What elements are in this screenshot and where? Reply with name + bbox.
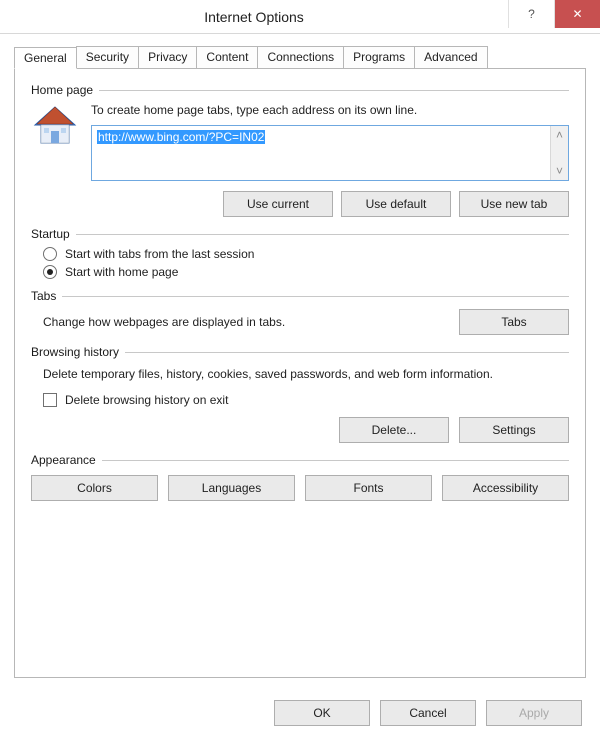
radio-start-home-page[interactable]: Start with home page <box>43 265 569 279</box>
radio-icon <box>43 265 57 279</box>
tab-programs[interactable]: Programs <box>343 46 415 68</box>
divider <box>125 352 569 353</box>
dialog-footer: OK Cancel Apply <box>0 688 600 738</box>
tabs-description: Change how webpages are displayed in tab… <box>43 315 445 329</box>
checkbox-delete-on-exit[interactable]: Delete browsing history on exit <box>43 393 569 407</box>
titlebar: Internet Options ? ✕ <box>0 0 600 34</box>
close-button[interactable]: ✕ <box>554 0 600 28</box>
divider <box>62 296 569 297</box>
colors-button[interactable]: Colors <box>31 475 158 501</box>
section-browsing-history: Browsing history Delete temporary files,… <box>31 345 569 443</box>
tab-advanced[interactable]: Advanced <box>414 46 487 68</box>
home-icon <box>31 105 79 147</box>
homepage-url-input[interactable]: http://www.bing.com/?PC=IN02 ˄ ˅ <box>91 125 569 181</box>
tab-general[interactable]: General <box>14 47 77 69</box>
section-tabs: Tabs Change how webpages are displayed i… <box>31 289 569 335</box>
use-default-button[interactable]: Use default <box>341 191 451 217</box>
delete-button[interactable]: Delete... <box>339 417 449 443</box>
help-icon: ? <box>528 7 535 21</box>
cancel-button[interactable]: Cancel <box>380 700 476 726</box>
tab-security[interactable]: Security <box>76 46 139 68</box>
window-title: Internet Options <box>0 9 508 25</box>
history-description: Delete temporary files, history, cookies… <box>43 365 569 383</box>
use-current-button[interactable]: Use current <box>223 191 333 217</box>
radio-label: Start with home page <box>65 265 178 279</box>
titlebar-buttons: ? ✕ <box>508 0 600 33</box>
section-title-tabs: Tabs <box>31 289 56 303</box>
radio-label: Start with tabs from the last session <box>65 247 254 261</box>
tabs-button[interactable]: Tabs <box>459 309 569 335</box>
checkbox-icon <box>43 393 57 407</box>
dialog-body: General Security Privacy Content Connect… <box>0 34 600 688</box>
section-appearance: Appearance Colors Languages Fonts Access… <box>31 453 569 501</box>
languages-button[interactable]: Languages <box>168 475 295 501</box>
divider <box>76 234 569 235</box>
homepage-url-text: http://www.bing.com/?PC=IN02 <box>97 130 265 144</box>
radio-icon <box>43 247 57 261</box>
checkbox-label: Delete browsing history on exit <box>65 393 228 407</box>
tab-strip: General Security Privacy Content Connect… <box>14 46 586 68</box>
tab-privacy[interactable]: Privacy <box>138 46 197 68</box>
settings-button[interactable]: Settings <box>459 417 569 443</box>
apply-button[interactable]: Apply <box>486 700 582 726</box>
fonts-button[interactable]: Fonts <box>305 475 432 501</box>
divider <box>102 460 569 461</box>
radio-start-last-session[interactable]: Start with tabs from the last session <box>43 247 569 261</box>
section-homepage: Home page To create home page tabs, type… <box>31 83 569 217</box>
ok-button[interactable]: OK <box>274 700 370 726</box>
tab-connections[interactable]: Connections <box>257 46 344 68</box>
divider <box>99 90 569 91</box>
scrollbar[interactable]: ˄ ˅ <box>550 126 568 180</box>
chevron-up-icon: ˄ <box>556 128 563 142</box>
tab-content[interactable]: Content <box>196 46 258 68</box>
section-title-homepage: Home page <box>31 83 93 97</box>
section-title-history: Browsing history <box>31 345 119 359</box>
use-new-tab-button[interactable]: Use new tab <box>459 191 569 217</box>
section-title-startup: Startup <box>31 227 70 241</box>
section-startup: Startup Start with tabs from the last se… <box>31 227 569 279</box>
close-icon: ✕ <box>572 7 582 21</box>
chevron-down-icon: ˅ <box>556 164 563 178</box>
homepage-description: To create home page tabs, type each addr… <box>91 103 569 117</box>
section-title-appearance: Appearance <box>31 453 96 467</box>
tab-panel-general: Home page To create home page tabs, type… <box>14 68 586 678</box>
accessibility-button[interactable]: Accessibility <box>442 475 569 501</box>
help-button[interactable]: ? <box>508 0 554 28</box>
